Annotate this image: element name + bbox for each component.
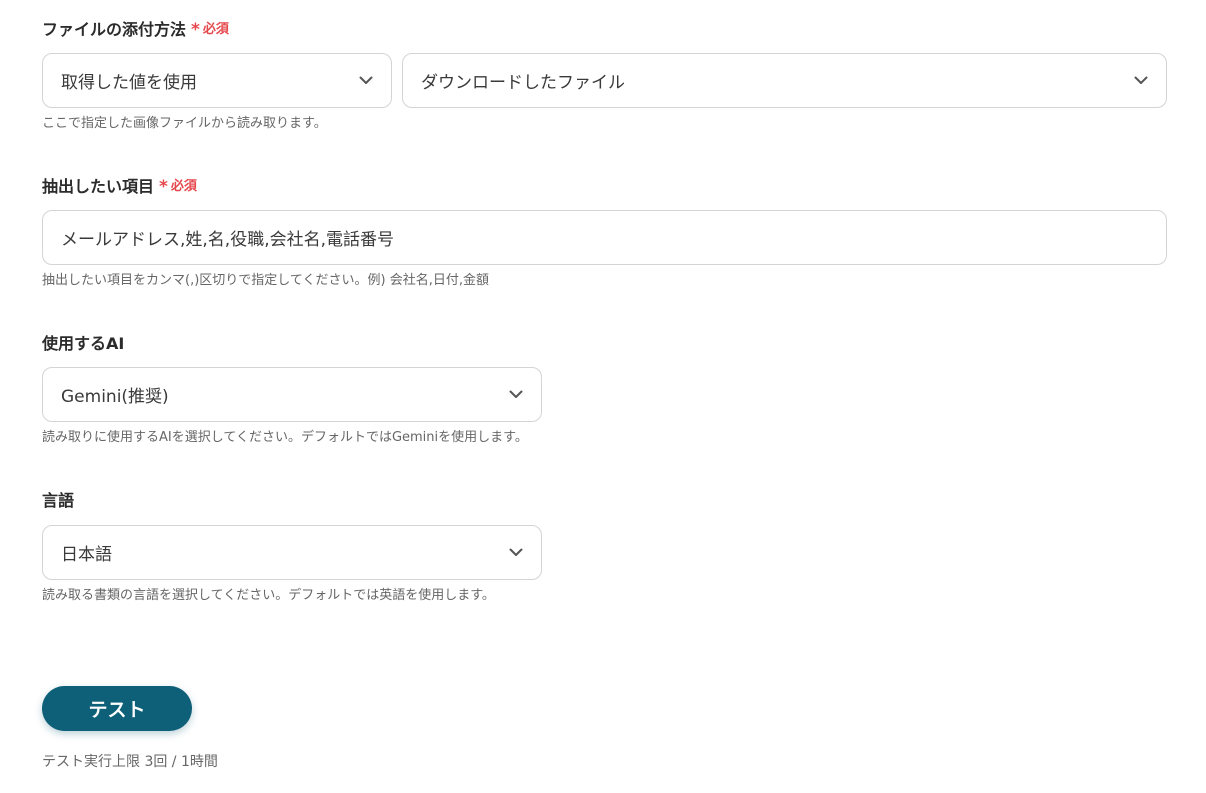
extract-items-label: 抽出したい項目 * 必須 [42,176,197,198]
ai-model-select[interactable]: Gemini(推奨) [42,367,542,422]
chevron-down-icon [1132,72,1150,90]
attachment-method-value: 取得した値を使用 [61,73,197,93]
required-text: 必須 [202,22,229,37]
ai-model-value: Gemini(推奨) [61,387,169,407]
ai-model-help: 読み取りに使用するAIを選択してください。デフォルトではGeminiを使用します… [42,430,528,445]
extract-items-value: メールアドレス,姓,名,役職,会社名,電話番号 [61,230,395,250]
language-value: 日本語 [61,545,112,565]
ai-model-label: 使用するAI [42,333,124,355]
attachment-method-label: ファイルの添付方法 * 必須 [42,19,229,41]
ai-model-label-text: 使用するAI [42,334,125,353]
attachment-method-help: ここで指定した画像ファイルから読み取ります。 [42,116,327,131]
chevron-down-icon [507,386,525,404]
test-limit-text: テスト実行上限 3回 / 1時間 [42,754,218,770]
extract-items-help: 抽出したい項目をカンマ(,)区切りで指定してください。例) 会社名,日付,金額 [42,273,489,288]
extract-items-input[interactable]: メールアドレス,姓,名,役職,会社名,電話番号 [42,210,1167,265]
attachment-method-label-text: ファイルの添付方法 [42,20,187,39]
attachment-file-select[interactable]: ダウンロードしたファイル [402,53,1167,108]
attachment-file-value: ダウンロードしたファイル [421,73,625,93]
test-button[interactable]: テスト [42,686,192,731]
attachment-method-select[interactable]: 取得した値を使用 [42,53,392,108]
chevron-down-icon [357,72,375,90]
language-help: 読み取る書類の言語を選択してください。デフォルトでは英語を使用します。 [42,588,495,603]
chevron-down-icon [507,544,525,562]
required-asterisk: * [191,20,200,40]
required-text: 必須 [170,179,197,194]
language-label-text: 言語 [42,491,75,510]
required-asterisk: * [159,177,168,197]
language-select[interactable]: 日本語 [42,525,542,580]
extract-items-label-text: 抽出したい項目 [42,177,155,196]
language-label: 言語 [42,490,74,512]
